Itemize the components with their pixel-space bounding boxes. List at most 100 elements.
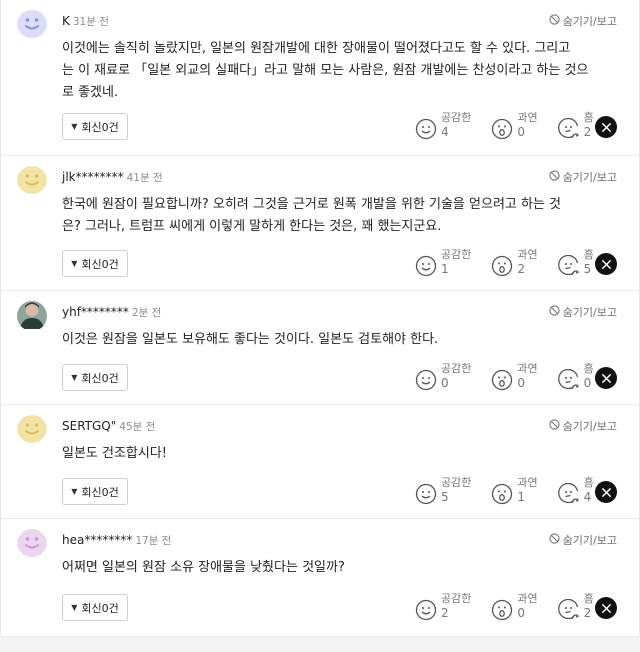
reaction-group: 공감한 0 과연 0 흠 0 <box>415 362 594 391</box>
reply-button[interactable]: ▼ 회신0건 <box>62 594 128 621</box>
thinking-face-icon <box>557 598 580 621</box>
reaction-button-2[interactable]: 과연 2 <box>491 248 538 277</box>
commenter-name[interactable]: yhf******** <box>62 305 129 319</box>
block-icon <box>549 419 560 433</box>
reaction-button-3[interactable]: 흠2 <box>557 592 594 621</box>
comment-text-line: 로 좋겠네. <box>62 85 119 100</box>
block-icon <box>549 170 560 184</box>
avatar[interactable] <box>17 301 47 331</box>
reaction-label: 공감한 <box>441 362 472 375</box>
reaction-label: 과연 <box>517 248 538 261</box>
smiley-face-icon <box>415 255 437 277</box>
hide-report-button[interactable]: 숨기기/보고 <box>549 13 617 29</box>
reaction-count: 4 <box>441 125 449 139</box>
comment-text: 이것은 원잠을 일본도 보유해도 좋다는 것이다. 일본도 검토해야 한다. <box>62 329 613 351</box>
user-photo-icon <box>17 301 47 331</box>
reaction-count: 2 <box>517 262 526 276</box>
block-icon <box>549 305 560 319</box>
comment-time: 45분 전 <box>119 421 156 433</box>
reaction-label: 공감한 <box>441 248 472 261</box>
x-logo-icon <box>601 369 612 388</box>
reaction-label: 흠 <box>583 476 594 489</box>
hide-report-label: 숨기기/보고 <box>562 306 617 319</box>
surprised-face-icon <box>491 255 513 277</box>
reaction-button-3[interactable]: 흠5 <box>557 248 594 277</box>
comment-text: 한국에 원잠이 필요합니까? 오히려 그것을 근거로 원폭 개발을 위한 기술을… <box>62 194 613 238</box>
reaction-button-1[interactable]: 공감한 2 <box>415 592 471 621</box>
comment-text-line: 한국에 원잠이 필요합니까? 오히려 그것을 근거로 원폭 개발을 위한 기술을… <box>62 197 562 212</box>
reply-label: 회신0건 <box>81 257 119 271</box>
reaction-button-2[interactable]: 과연 0 <box>491 111 538 140</box>
reaction-button-2[interactable]: 과연 0 <box>491 362 538 391</box>
smiley-face-icon <box>415 118 437 140</box>
block-icon <box>549 533 560 547</box>
hide-report-button[interactable]: 숨기기/보고 <box>549 418 617 434</box>
comment-item: yhf******** 2분 전 숨기기/보고 이것은 원잠을 일본도 보유해도 좋다… <box>1 291 639 405</box>
reaction-count: 0 <box>441 376 449 390</box>
reaction-button-3[interactable]: 흠4 <box>557 476 594 505</box>
reply-label: 회신0건 <box>81 485 119 499</box>
reaction-count: 5 <box>441 490 449 504</box>
commenter-name[interactable]: SERTGQ" <box>62 419 116 433</box>
commenter-name[interactable]: K <box>62 14 70 28</box>
reaction-group: 공감한 4 과연 0 흠 2 <box>415 111 594 140</box>
reaction-button-1[interactable]: 공감한 5 <box>415 476 471 505</box>
x-share-button[interactable] <box>595 367 617 389</box>
smiley-face-icon <box>17 166 47 196</box>
smiley-face-icon <box>17 415 47 445</box>
reaction-group: 공감한 1 과연 2 흠 5 <box>415 248 594 277</box>
reaction-group: 공감한 5 과연 1 흠 4 <box>415 476 594 505</box>
x-share-button[interactable] <box>595 597 617 619</box>
reaction-count: 4 <box>583 490 592 504</box>
reaction-button-1[interactable]: 공감한 1 <box>415 248 471 277</box>
reaction-count: 0 <box>517 606 526 620</box>
comment-text-line: 이것에는 솔직히 놀랐지만, 일본의 원잠개발에 대한 장애물이 떨어졌다고도 … <box>62 41 571 56</box>
triangle-down-icon: ▼ <box>71 487 78 496</box>
x-logo-icon <box>601 118 612 137</box>
reply-button[interactable]: ▼ 회신0건 <box>62 478 128 505</box>
triangle-down-icon: ▼ <box>71 603 78 612</box>
hide-report-label: 숨기기/보고 <box>562 15 617 28</box>
commenter-name[interactable]: jlk******** <box>62 170 124 184</box>
avatar[interactable] <box>17 529 47 559</box>
avatar[interactable] <box>17 415 47 445</box>
reaction-button-3[interactable]: 흠0 <box>557 362 594 391</box>
reply-button[interactable]: ▼ 회신0건 <box>62 113 128 140</box>
comment-text-line: 는 이 재료로 「일본 외교의 실패다」라고 말해 모는 사람은, 원잠 개발에… <box>62 63 589 78</box>
x-logo-icon <box>601 599 612 618</box>
reaction-count: 0 <box>583 376 592 390</box>
x-share-button[interactable] <box>595 253 617 275</box>
reaction-button-2[interactable]: 과연 0 <box>491 592 538 621</box>
hide-report-button[interactable]: 숨기기/보고 <box>549 304 617 320</box>
surprised-face-icon <box>491 369 513 391</box>
reaction-count: 2 <box>441 606 449 620</box>
comment-text: 이것에는 솔직히 놀랐지만, 일본의 원잠개발에 대한 장애물이 떨어졌다고도 … <box>62 38 613 104</box>
avatar[interactable] <box>17 10 47 40</box>
triangle-down-icon: ▼ <box>71 373 78 382</box>
reaction-button-1[interactable]: 공감한 4 <box>415 111 471 140</box>
commenter-name[interactable]: hea******** <box>62 533 132 547</box>
reaction-button-2[interactable]: 과연 1 <box>491 476 538 505</box>
comment-item: hea******** 17분 전 숨기기/보고 어쩌면 일본의 원잠 소유 장애물을… <box>1 519 639 637</box>
comment-time: 31분 전 <box>72 16 109 28</box>
x-share-button[interactable] <box>595 481 617 503</box>
comment-text: 일본도 건조합시다! <box>62 443 613 465</box>
thinking-face-icon <box>557 482 580 505</box>
reaction-label: 공감한 <box>441 476 472 489</box>
reaction-count: 0 <box>517 376 526 390</box>
smiley-face-icon <box>17 10 47 40</box>
reaction-label: 과연 <box>517 111 538 124</box>
reply-button[interactable]: ▼ 회신0건 <box>62 364 128 391</box>
reply-button[interactable]: ▼ 회신0건 <box>62 250 128 277</box>
reaction-label: 흠 <box>583 248 594 261</box>
x-share-button[interactable] <box>595 116 617 138</box>
comment-item: jlk******** 41분 전 숨기기/보고 한국에 원잠이 필요합니까? 오히려… <box>1 156 639 291</box>
hide-report-button[interactable]: 숨기기/보고 <box>549 532 617 548</box>
reaction-button-1[interactable]: 공감한 0 <box>415 362 471 391</box>
reaction-button-3[interactable]: 흠2 <box>557 111 594 140</box>
avatar[interactable] <box>17 166 47 196</box>
reaction-count: 1 <box>441 262 449 276</box>
comment-item: SERTGQ" 45분 전 숨기기/보고일본도 건조합시다! ▼ 회신0건 공감한 5 과연 1… <box>1 405 639 519</box>
hide-report-label: 숨기기/보고 <box>562 534 617 547</box>
hide-report-button[interactable]: 숨기기/보고 <box>549 169 617 185</box>
